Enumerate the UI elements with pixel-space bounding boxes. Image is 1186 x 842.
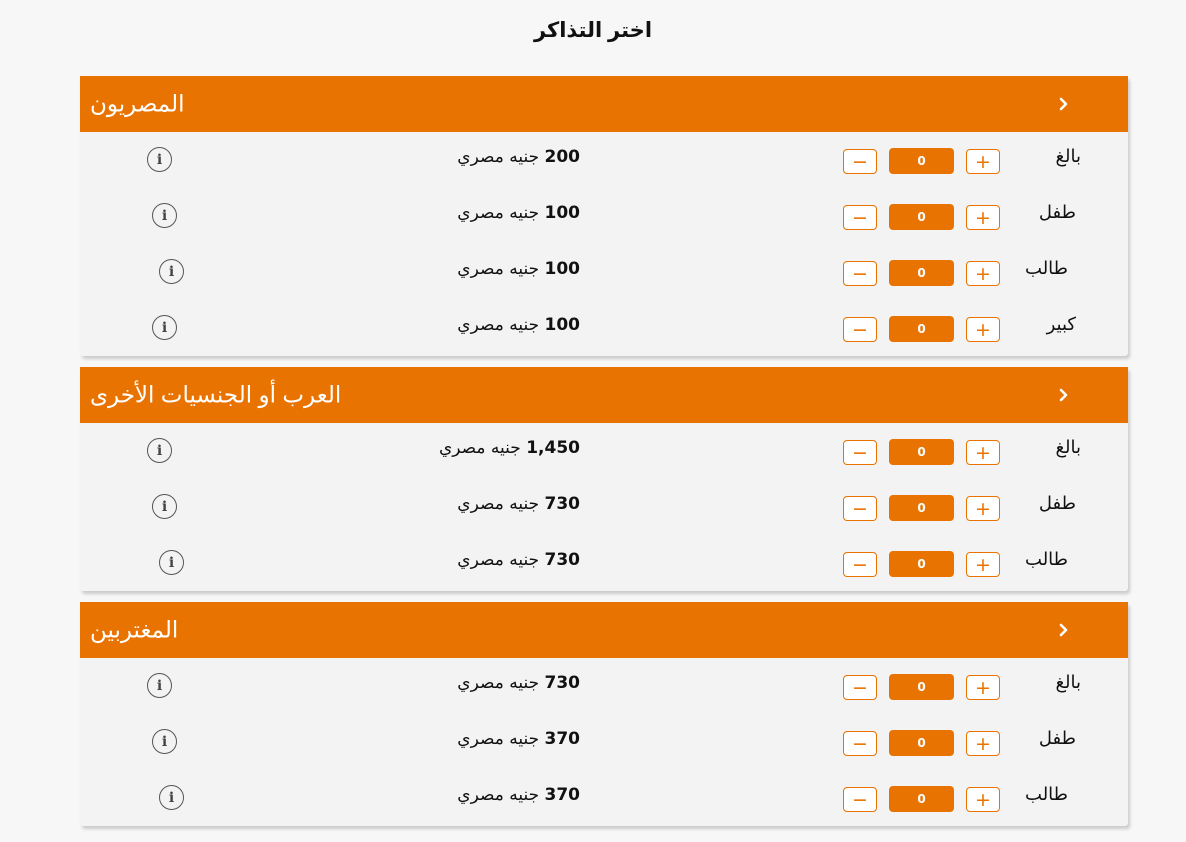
- ticket-price: 100 جنيه مصري: [452, 315, 580, 335]
- ticket-price: 730 جنيه مصري: [452, 494, 580, 514]
- info-icon[interactable]: i: [147, 147, 172, 172]
- price-currency: جنيه مصري: [457, 550, 540, 570]
- increment-button[interactable]: +: [966, 317, 1000, 342]
- price-amount: 100: [544, 259, 581, 279]
- increment-button[interactable]: +: [966, 149, 1000, 174]
- price-amount: 730: [544, 550, 581, 570]
- quantity-value: 0: [889, 730, 954, 756]
- ticket-row: طفل i 730 جنيه مصري −0 +: [80, 479, 1128, 535]
- info-icon[interactable]: i: [159, 785, 184, 810]
- price-amount: 370: [544, 729, 581, 749]
- quantity-value: 0: [889, 204, 954, 230]
- price-amount: 200: [544, 147, 581, 167]
- decrement-button[interactable]: −: [843, 149, 877, 174]
- section-header[interactable]: المغتربين: [80, 602, 1128, 658]
- ticket-price: 200 جنيه مصري: [452, 147, 580, 167]
- info-icon[interactable]: i: [147, 438, 172, 463]
- ticket-price: 1,450 جنيه مصري: [439, 438, 580, 458]
- increment-button[interactable]: +: [966, 675, 1000, 700]
- quantity-value: 0: [889, 551, 954, 577]
- price-currency: جنيه مصري: [457, 785, 540, 805]
- ticket-price: 370 جنيه مصري: [452, 729, 580, 749]
- ticket-price: 100 جنيه مصري: [452, 203, 580, 223]
- ticket-price: 100 جنيه مصري: [452, 259, 580, 279]
- quantity-value: 0: [889, 148, 954, 174]
- ticket-rows: بالغ i 1,450 جنيه مصري −0 + طفل i 730 جنيه مصري…: [80, 423, 1128, 591]
- ticket-row: كبير i 100 جنيه مصري −0 +: [80, 300, 1128, 356]
- price-amount: 370: [544, 785, 581, 805]
- ticket-row: طفل i 100 جنيه مصري −0 +: [80, 188, 1128, 244]
- increment-button[interactable]: +: [966, 552, 1000, 577]
- info-icon[interactable]: i: [159, 550, 184, 575]
- quantity-value: 0: [889, 316, 954, 342]
- info-icon[interactable]: i: [152, 729, 177, 754]
- price-currency: جنيه مصري: [457, 494, 540, 514]
- ticket-section: المصريون بالغ i 200 جنيه مصري −0 + طفل i 100 جني…: [80, 76, 1128, 356]
- price-currency: جنيه مصري: [457, 259, 540, 279]
- price-currency: جنيه مصري: [457, 147, 540, 167]
- section-title: المصريون: [90, 90, 185, 117]
- ticket-row: بالغ i 730 جنيه مصري −0 +: [80, 658, 1128, 714]
- decrement-button[interactable]: −: [843, 675, 877, 700]
- ticket-price: 730 جنيه مصري: [452, 550, 580, 570]
- section-title: العرب أو الجنسيات الأخرى: [90, 381, 342, 408]
- ticket-row: طالب i 730 جنيه مصري −0 +: [80, 535, 1128, 591]
- section-title: المغتربين: [90, 616, 179, 643]
- quantity-value: 0: [889, 786, 954, 812]
- decrement-button[interactable]: −: [843, 261, 877, 286]
- info-icon[interactable]: i: [147, 673, 172, 698]
- quantity-value: 0: [889, 495, 954, 521]
- ticket-row: طالب i 370 جنيه مصري −0 +: [80, 770, 1128, 826]
- info-icon[interactable]: i: [152, 203, 177, 228]
- decrement-button[interactable]: −: [843, 496, 877, 521]
- ticket-row: طفل i 370 جنيه مصري −0 +: [80, 714, 1128, 770]
- ticket-rows: بالغ i 200 جنيه مصري −0 + طفل i 100 جنيه مصري −0…: [80, 132, 1128, 356]
- decrement-button[interactable]: −: [843, 440, 877, 465]
- price-amount: 100: [544, 315, 581, 335]
- quantity-value: 0: [889, 439, 954, 465]
- ticket-price: 730 جنيه مصري: [452, 673, 580, 693]
- increment-button[interactable]: +: [966, 787, 1000, 812]
- chevron-right-icon[interactable]: [1055, 95, 1073, 113]
- increment-button[interactable]: +: [966, 261, 1000, 286]
- decrement-button[interactable]: −: [843, 205, 877, 230]
- increment-button[interactable]: +: [966, 731, 1000, 756]
- decrement-button[interactable]: −: [843, 317, 877, 342]
- page-title: اختر التذاكر: [533, 19, 653, 42]
- price-currency: جنيه مصري: [457, 203, 540, 223]
- ticket-section: المغتربين بالغ i 730 جنيه مصري −0 + طفل i 370 جن…: [80, 602, 1128, 826]
- quantity-value: 0: [889, 674, 954, 700]
- price-amount: 100: [544, 203, 581, 223]
- increment-button[interactable]: +: [966, 496, 1000, 521]
- ticket-row: بالغ i 1,450 جنيه مصري −0 +: [80, 423, 1128, 479]
- price-currency: جنيه مصري: [457, 729, 540, 749]
- chevron-right-icon[interactable]: [1055, 621, 1073, 639]
- increment-button[interactable]: +: [966, 440, 1000, 465]
- price-amount: 730: [544, 673, 581, 693]
- ticket-rows: بالغ i 730 جنيه مصري −0 + طفل i 370 جنيه مصري −0…: [80, 658, 1128, 826]
- section-header[interactable]: المصريون: [80, 76, 1128, 132]
- section-header[interactable]: العرب أو الجنسيات الأخرى: [80, 367, 1128, 423]
- increment-button[interactable]: +: [966, 205, 1000, 230]
- price-amount: 1,450: [526, 438, 580, 458]
- ticket-section: العرب أو الجنسيات الأخرى بالغ i 1,450 جنيه …: [80, 367, 1128, 591]
- quantity-value: 0: [889, 260, 954, 286]
- price-currency: جنيه مصري: [457, 673, 540, 693]
- decrement-button[interactable]: −: [843, 731, 877, 756]
- decrement-button[interactable]: −: [843, 787, 877, 812]
- price-currency: جنيه مصري: [457, 315, 540, 335]
- ticket-row: بالغ i 200 جنيه مصري −0 +: [80, 132, 1128, 188]
- price-currency: جنيه مصري: [438, 438, 521, 458]
- price-amount: 730: [544, 494, 581, 514]
- decrement-button[interactable]: −: [843, 552, 877, 577]
- ticket-price: 370 جنيه مصري: [452, 785, 580, 805]
- info-icon[interactable]: i: [159, 259, 184, 284]
- info-icon[interactable]: i: [152, 494, 177, 519]
- info-icon[interactable]: i: [152, 315, 177, 340]
- chevron-right-icon[interactable]: [1055, 386, 1073, 404]
- ticket-row: طالب i 100 جنيه مصري −0 +: [80, 244, 1128, 300]
